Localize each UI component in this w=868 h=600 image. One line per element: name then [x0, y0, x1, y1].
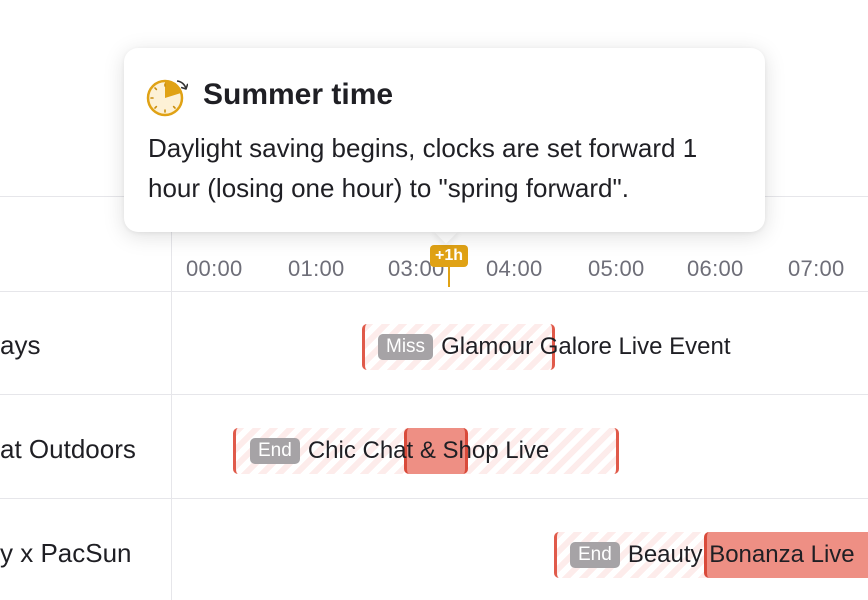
- row-divider: [0, 394, 868, 395]
- tick-label: 01:00: [288, 256, 345, 281]
- status-badge: End: [250, 438, 300, 464]
- dst-marker-line: [448, 267, 450, 287]
- clock-forward-icon: [146, 79, 188, 117]
- row-label[interactable]: y x PacSun: [0, 538, 132, 569]
- row-divider: [0, 498, 868, 499]
- tooltip-body: Daylight saving begins, clocks are set f…: [148, 133, 698, 203]
- timeline-header-divider: [0, 291, 868, 292]
- status-badge: Miss: [378, 334, 434, 360]
- tick-label: 05:00: [588, 256, 645, 281]
- tick-label: 06:00: [687, 256, 744, 281]
- event-title[interactable]: Glamour Galore Live Event: [441, 333, 730, 361]
- event-content: Miss Glamour Galore Live Event: [378, 324, 731, 370]
- event-content: End Chic Chat & Shop Live: [250, 428, 549, 474]
- row-label[interactable]: at Outdoors: [0, 434, 136, 465]
- tooltip-title: Summer time: [203, 78, 394, 111]
- event-title[interactable]: Chic Chat & Shop Live: [308, 437, 549, 465]
- row-label[interactable]: ays: [0, 330, 40, 361]
- dst-badge[interactable]: +1h: [430, 245, 468, 267]
- event-title[interactable]: Beauty Bonanza Live: [628, 541, 855, 569]
- tick-label: 04:00: [486, 256, 543, 281]
- event-content: End Beauty Bonanza Live: [570, 532, 855, 578]
- dst-tooltip: Summer time Daylight saving begins, cloc…: [124, 48, 765, 232]
- tick-label: 07:00: [788, 256, 845, 281]
- status-badge: End: [570, 542, 620, 568]
- tick-label: 00:00: [186, 256, 243, 281]
- label-column-divider: [171, 196, 172, 600]
